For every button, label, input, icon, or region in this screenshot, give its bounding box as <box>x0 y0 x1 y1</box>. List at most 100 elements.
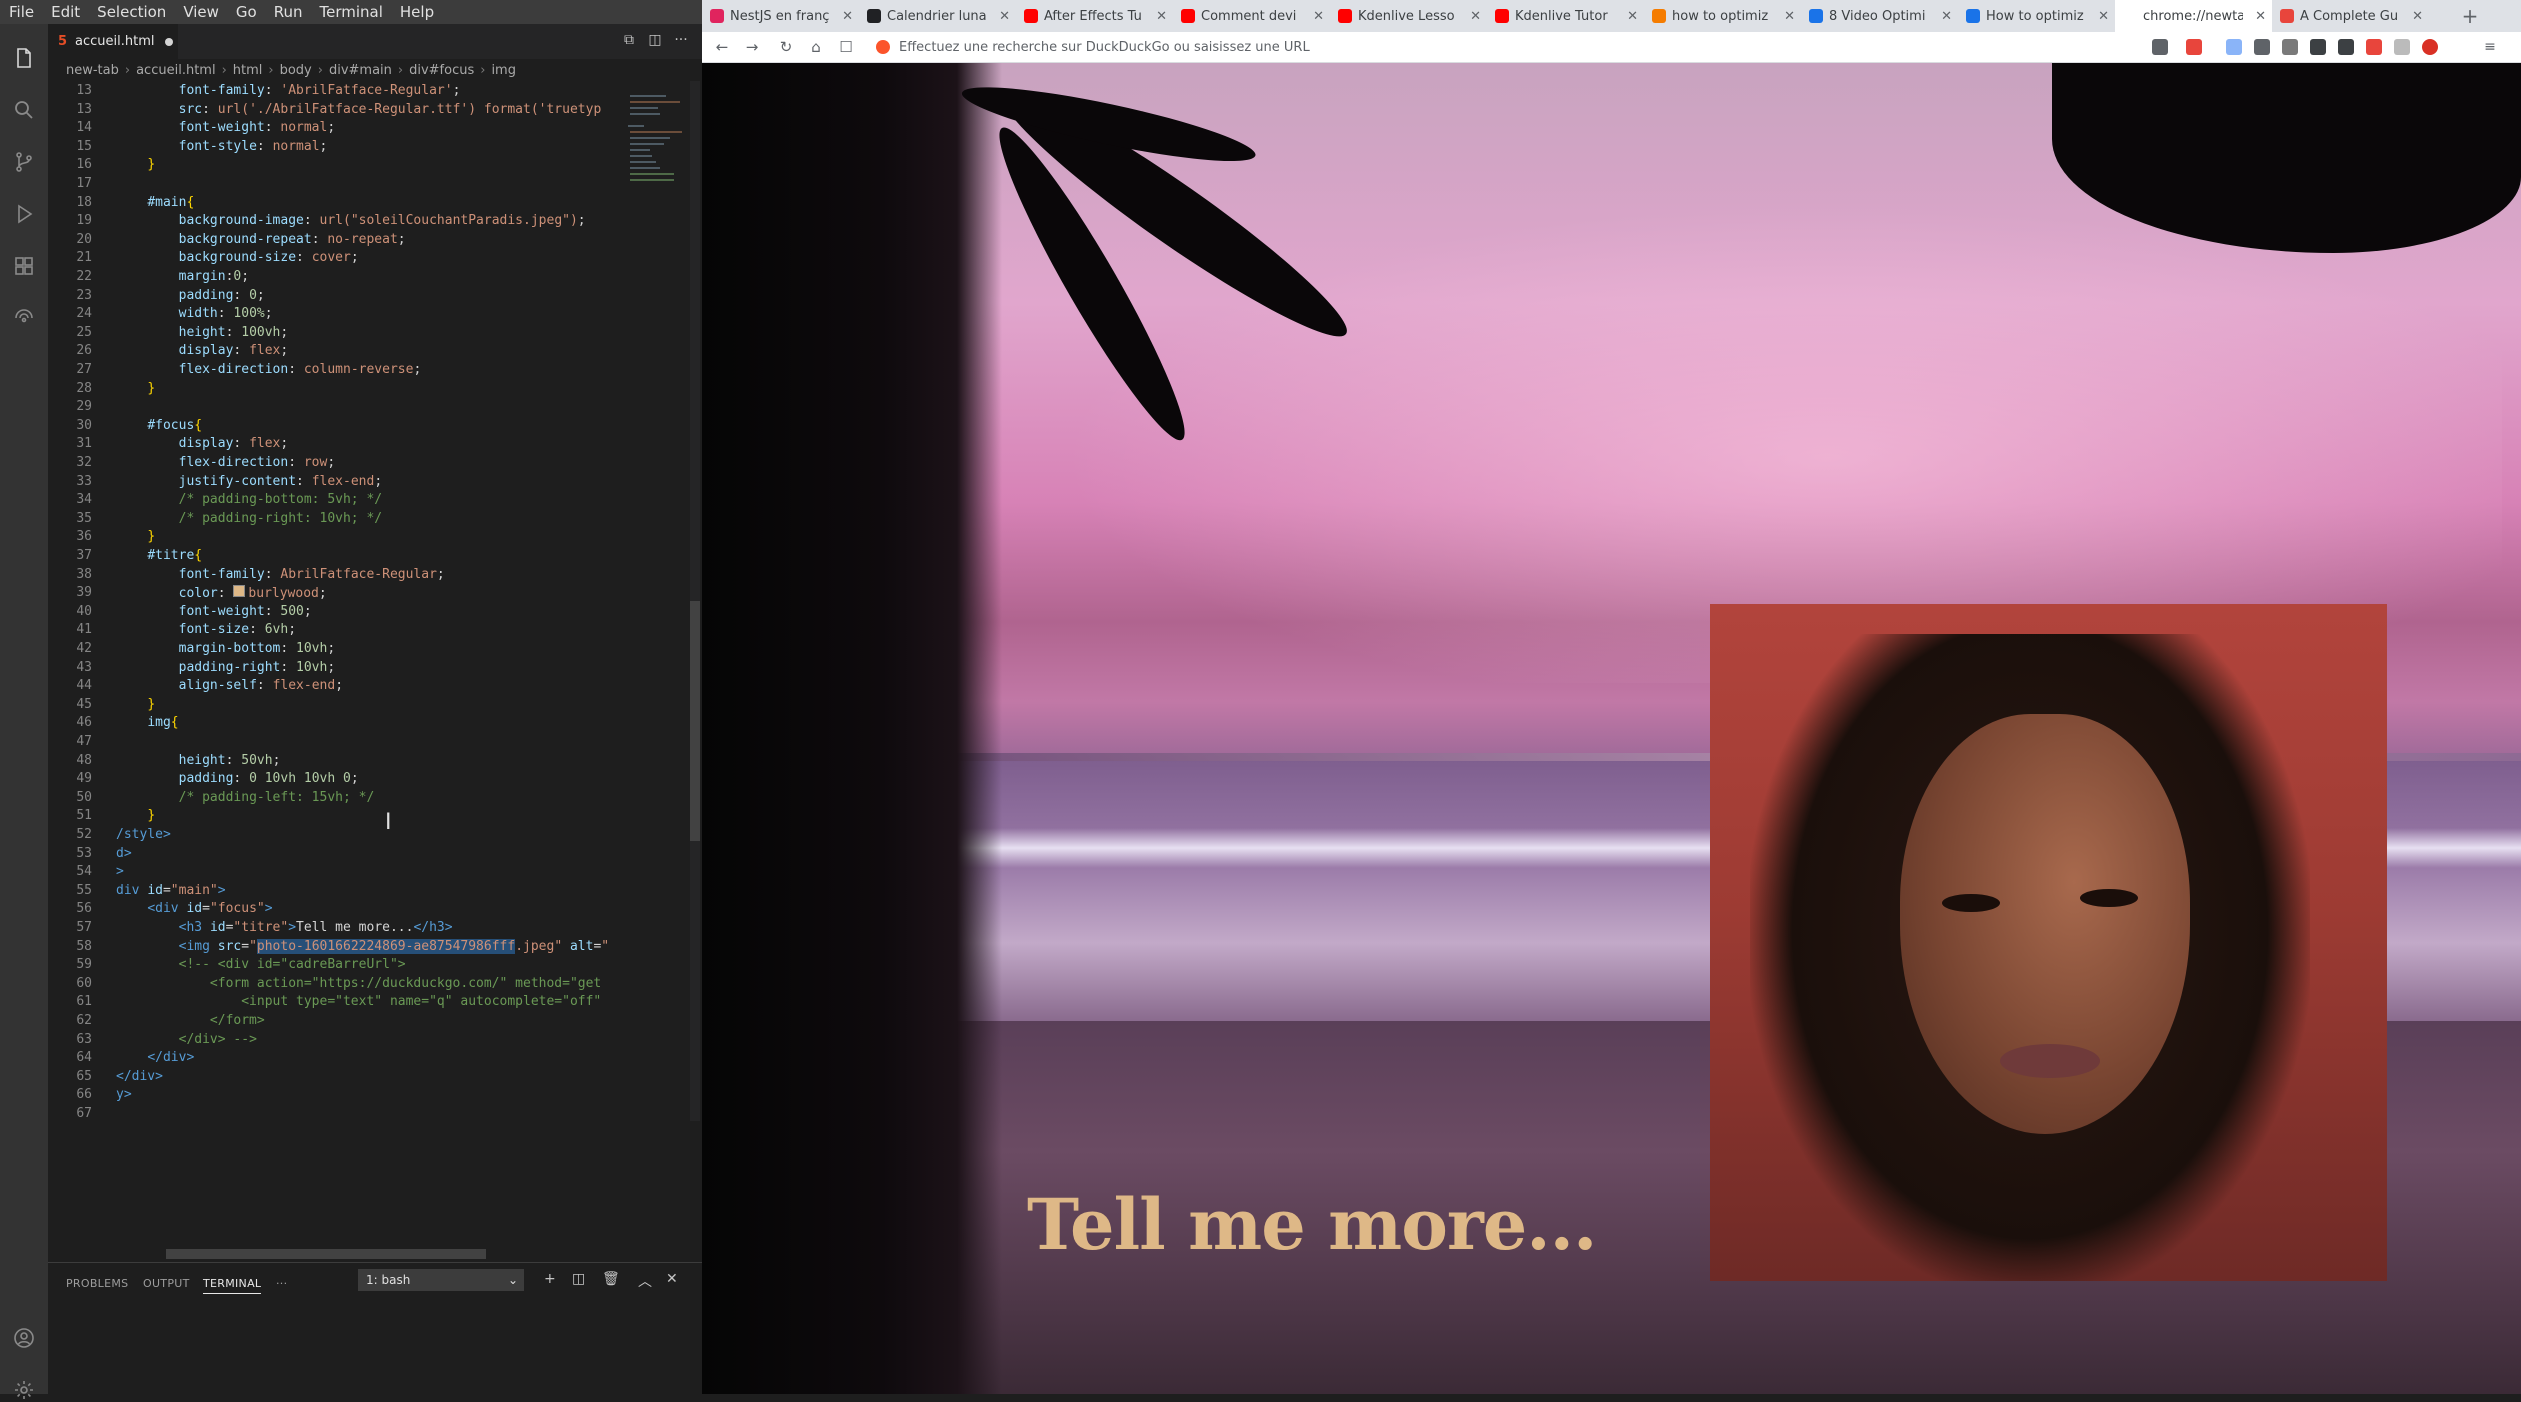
breadcrumb-item[interactable]: div#main <box>329 63 392 78</box>
code-line[interactable]: <!-- <div id="cadreBarreUrl"> <box>116 957 406 972</box>
new-terminal-icon[interactable]: + <box>544 1271 556 1287</box>
menu-icon[interactable]: ≡ <box>2482 39 2498 55</box>
code-line[interactable]: #main{ <box>116 195 194 210</box>
minimap[interactable] <box>622 81 692 1121</box>
close-tab-icon[interactable]: ✕ <box>2412 9 2423 24</box>
split-terminal-icon[interactable]: ◫ <box>572 1271 585 1287</box>
code-line[interactable]: } <box>116 157 155 172</box>
close-panel-icon[interactable]: ✕ <box>666 1271 678 1287</box>
code-line[interactable]: padding-right: 10vh; <box>116 660 336 675</box>
breadcrumb-item[interactable]: html <box>233 63 263 78</box>
extension-icon[interactable] <box>2254 39 2270 55</box>
code-line[interactable]: flex-direction: column-reverse; <box>116 362 422 377</box>
terminal-select[interactable]: 1: bash ⌄ <box>358 1269 524 1291</box>
browser-tab[interactable]: 8 Video Optimi ✕ <box>1801 0 1958 32</box>
code-line[interactable]: background-repeat: no-repeat; <box>116 232 406 247</box>
extension-icon[interactable] <box>2310 39 2326 55</box>
breadcrumb-item[interactable]: div#focus <box>409 63 474 78</box>
browser-tab[interactable]: A Complete Gu ✕ <box>2272 0 2429 32</box>
menu-item-run[interactable]: Run <box>265 3 311 21</box>
close-tab-icon[interactable]: ✕ <box>842 9 853 24</box>
breadcrumb-item[interactable]: body <box>280 63 312 78</box>
code-line[interactable]: width: 100%; <box>116 306 273 321</box>
editor-tab-accueil-html[interactable]: 5 accueil.html <box>48 24 178 59</box>
code-line[interactable]: margin:0; <box>116 269 249 284</box>
code-line[interactable]: /* padding-left: 15vh; */ <box>116 790 375 805</box>
more-actions-icon[interactable]: ··· <box>672 32 690 50</box>
code-line[interactable]: src: url('./AbrilFatface-Regular.ttf') f… <box>116 102 602 117</box>
code-line[interactable]: color: burlywood; <box>116 585 327 601</box>
code-line[interactable]: </form> <box>116 1013 265 1028</box>
code-line[interactable]: <h3 id="titre">Tell me more...</h3> <box>116 920 453 935</box>
close-tab-icon[interactable]: ✕ <box>1784 9 1795 24</box>
new-tab-button[interactable]: + <box>2458 4 2482 28</box>
code-line[interactable]: flex-direction: row; <box>116 455 336 470</box>
code-line[interactable]: height: 50vh; <box>116 753 281 768</box>
browser-tab[interactable]: Calendrier luna ✕ <box>859 0 1016 32</box>
code-line[interactable]: font-weight: 500; <box>116 604 312 619</box>
code-editor[interactable]: 13 font-family: 'AbrilFatface-Regular'; 1… <box>48 81 618 1121</box>
browser-tab[interactable]: NestJS en franç ✕ <box>702 0 859 32</box>
code-line[interactable]: } <box>116 808 155 823</box>
code-line[interactable]: height: 100vh; <box>116 325 289 340</box>
editor-horizontal-scrollbar[interactable] <box>48 1249 698 1259</box>
browser-tab[interactable]: how to optimiz ✕ <box>1644 0 1801 32</box>
panel-tab-problems[interactable]: PROBLEMS <box>66 1277 128 1290</box>
home-icon[interactable]: ⌂ <box>806 37 826 57</box>
code-line[interactable]: > <box>116 864 124 879</box>
settings-gear-icon[interactable] <box>12 1378 36 1402</box>
code-line[interactable]: font-family: 'AbrilFatface-Regular'; <box>116 83 461 98</box>
code-line[interactable]: margin-bottom: 10vh; <box>116 641 336 656</box>
browser-tab[interactable]: Kdenlive Lesso ✕ <box>1330 0 1487 32</box>
code-line[interactable]: /* padding-bottom: 5vh; */ <box>116 492 383 507</box>
extension-icon[interactable] <box>2282 39 2298 55</box>
search-icon[interactable] <box>12 98 36 122</box>
code-line[interactable]: padding: 0; <box>116 288 265 303</box>
close-tab-icon[interactable]: ✕ <box>2098 9 2109 24</box>
code-line[interactable]: </div> --> <box>116 1032 257 1047</box>
forward-icon[interactable]: → <box>742 37 762 57</box>
close-tab-icon[interactable]: ✕ <box>1470 9 1481 24</box>
source-control-icon[interactable] <box>12 150 36 174</box>
code-line[interactable]: display: flex; <box>116 343 289 358</box>
menu-item-selection[interactable]: Selection <box>88 3 174 21</box>
back-icon[interactable]: ← <box>712 37 732 57</box>
menu-item-go[interactable]: Go <box>227 3 265 21</box>
maximize-panel-icon[interactable]: ︿ <box>638 1271 652 1291</box>
menu-item-terminal[interactable]: Terminal <box>311 3 391 21</box>
bookmark-icon[interactable]: ☐ <box>836 37 856 57</box>
remote-explorer-icon[interactable] <box>12 306 36 330</box>
code-line[interactable]: div id="main"> <box>116 883 226 898</box>
address-bar[interactable]: Effectuez une recherche sur DuckDuckGo o… <box>876 36 2076 58</box>
browser-tab[interactable]: Kdenlive Tutor ✕ <box>1487 0 1644 32</box>
code-line[interactable]: #titre{ <box>116 548 202 563</box>
open-changes-icon[interactable]: ⧉ <box>620 32 638 50</box>
breadcrumb-item[interactable]: img <box>491 63 516 78</box>
code-line[interactable]: <form action="https://duckduckgo.com/" m… <box>116 976 601 991</box>
split-editor-icon[interactable]: ◫ <box>646 32 664 50</box>
panel-tab-terminal[interactable]: TERMINAL <box>203 1277 262 1294</box>
browser-tab[interactable]: After Effects Tu ✕ <box>1016 0 1173 32</box>
code-line[interactable]: d> <box>116 846 132 861</box>
code-line[interactable]: background-size: cover; <box>116 250 359 265</box>
extension-icon[interactable] <box>2226 39 2242 55</box>
extensions-icon[interactable] <box>12 254 36 278</box>
menu-item-file[interactable]: File <box>0 3 42 21</box>
browser-tab[interactable]: chrome://newtab ✕ <box>2115 0 2272 32</box>
account-icon[interactable] <box>12 1326 36 1350</box>
code-line[interactable]: <div id="focus"> <box>116 901 272 916</box>
code-line[interactable]: font-style: normal; <box>116 139 328 154</box>
extension-icon[interactable] <box>2338 39 2354 55</box>
breadcrumb-item[interactable]: new-tab <box>66 63 119 78</box>
code-line[interactable]: /style> <box>116 827 171 842</box>
code-line[interactable]: } <box>116 697 155 712</box>
code-line[interactable]: justify-content: flex-end; <box>116 474 383 489</box>
code-line[interactable]: img{ <box>116 715 178 730</box>
extension-icon[interactable] <box>2366 39 2382 55</box>
kill-terminal-icon[interactable]: 🗑 <box>602 1271 620 1287</box>
code-line[interactable]: y> <box>116 1087 132 1102</box>
extension-icon[interactable] <box>2394 39 2410 55</box>
menu-item-help[interactable]: Help <box>391 3 442 21</box>
code-line[interactable]: <img src="photo-1601662224869-ae87547986… <box>116 938 609 954</box>
run-debug-icon[interactable] <box>12 202 36 226</box>
